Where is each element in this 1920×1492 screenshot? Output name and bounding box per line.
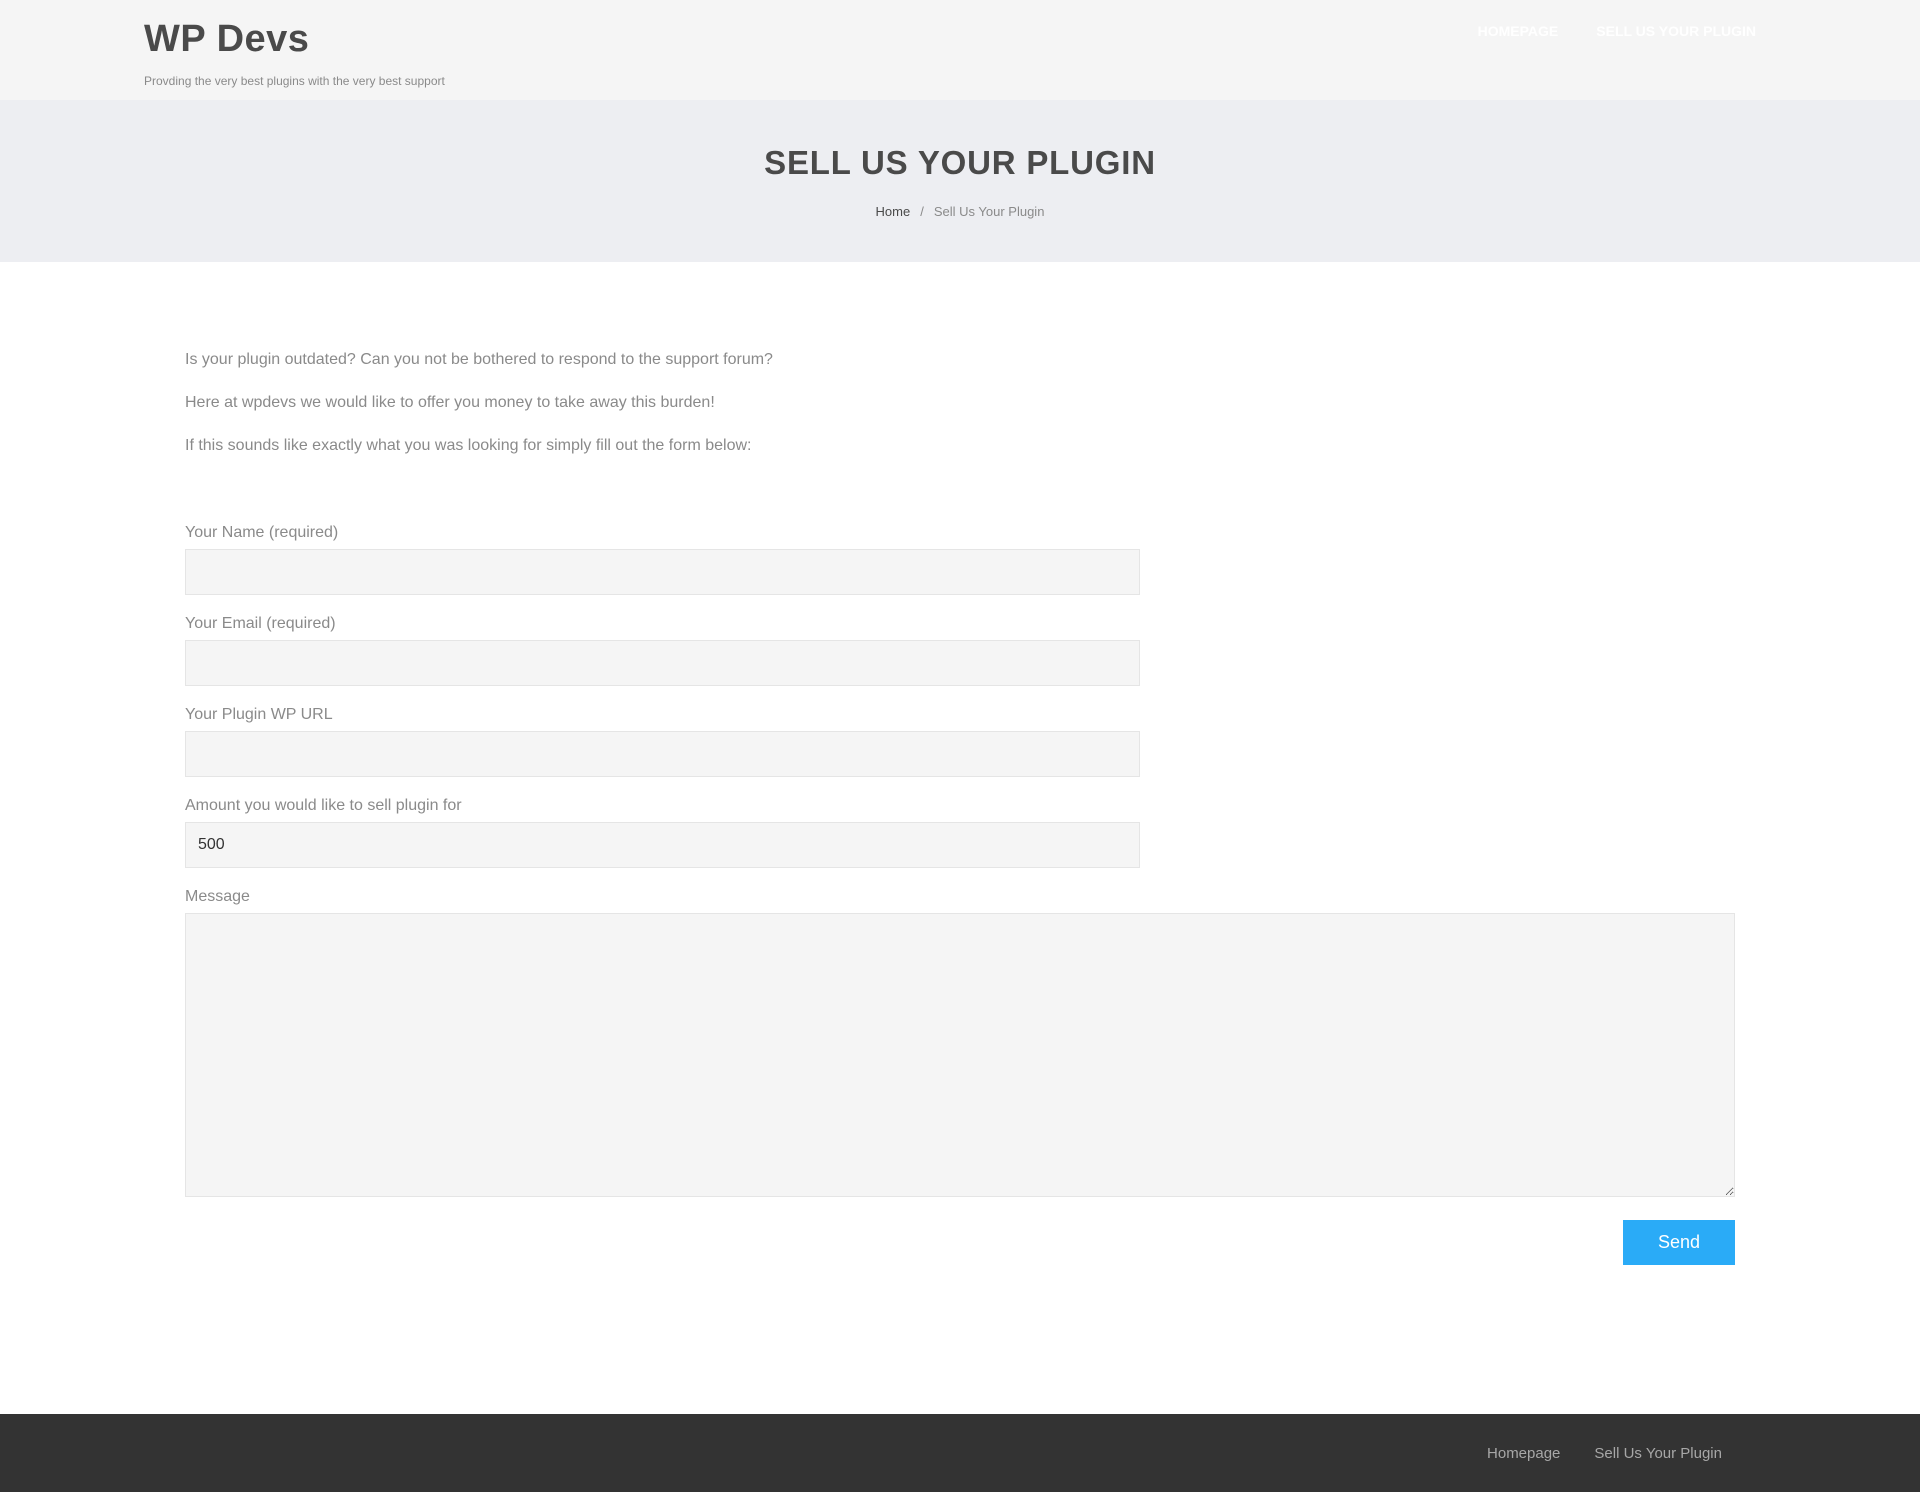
- site-header: WP Devs Provding the very best plugins w…: [0, 0, 1920, 100]
- name-field[interactable]: [185, 549, 1140, 595]
- intro-paragraph: If this sounds like exactly what you was…: [185, 437, 752, 454]
- message-field-label: Message: [185, 888, 250, 905]
- page-banner: SELL US YOUR PLUGIN Home / Sell Us Your …: [0, 100, 1920, 262]
- footer-nav-item-homepage[interactable]: Homepage: [1487, 1445, 1560, 1462]
- send-button[interactable]: Send: [1623, 1220, 1735, 1265]
- site-footer: Homepage Sell Us Your Plugin: [0, 1414, 1920, 1492]
- amount-field-label: Amount you would like to sell plugin for: [185, 797, 462, 814]
- site-title[interactable]: WP Devs: [144, 18, 309, 61]
- amount-field[interactable]: [185, 822, 1140, 868]
- page-title: SELL US YOUR PLUGIN: [764, 144, 1156, 181]
- footer-nav-item-sell-us-your-plugin[interactable]: Sell Us Your Plugin: [1594, 1445, 1722, 1462]
- breadcrumb-current: Sell Us Your Plugin: [933, 204, 1045, 219]
- intro-paragraph: Here at wpdevs we would like to offer yo…: [185, 394, 715, 411]
- name-field-label: Your Name (required): [185, 524, 339, 541]
- site-tagline: Provding the very best plugins with the …: [144, 74, 445, 88]
- intro-paragraph: Is your plugin outdated? Can you not be …: [185, 351, 773, 368]
- intro-text: Is your plugin outdated? Can you not be …: [185, 350, 1185, 479]
- email-field[interactable]: [185, 640, 1140, 686]
- plugin-url-field-label: Your Plugin WP URL: [185, 706, 333, 723]
- breadcrumb-home-link[interactable]: Home: [876, 204, 911, 219]
- message-field[interactable]: [185, 913, 1735, 1197]
- nav-item-sell-us-your-plugin[interactable]: SELL US YOUR PLUGIN: [1596, 23, 1756, 39]
- plugin-url-field[interactable]: [185, 731, 1140, 777]
- nav-item-homepage[interactable]: HOMEPAGE: [1478, 23, 1559, 39]
- breadcrumb-separator: /: [920, 204, 924, 219]
- breadcrumb: Home / Sell Us Your Plugin: [0, 204, 1920, 219]
- email-field-label: Your Email (required): [185, 615, 336, 632]
- footer-nav: Homepage Sell Us Your Plugin: [1487, 1445, 1722, 1462]
- main-nav: HOMEPAGE SELL US YOUR PLUGIN: [1478, 23, 1756, 39]
